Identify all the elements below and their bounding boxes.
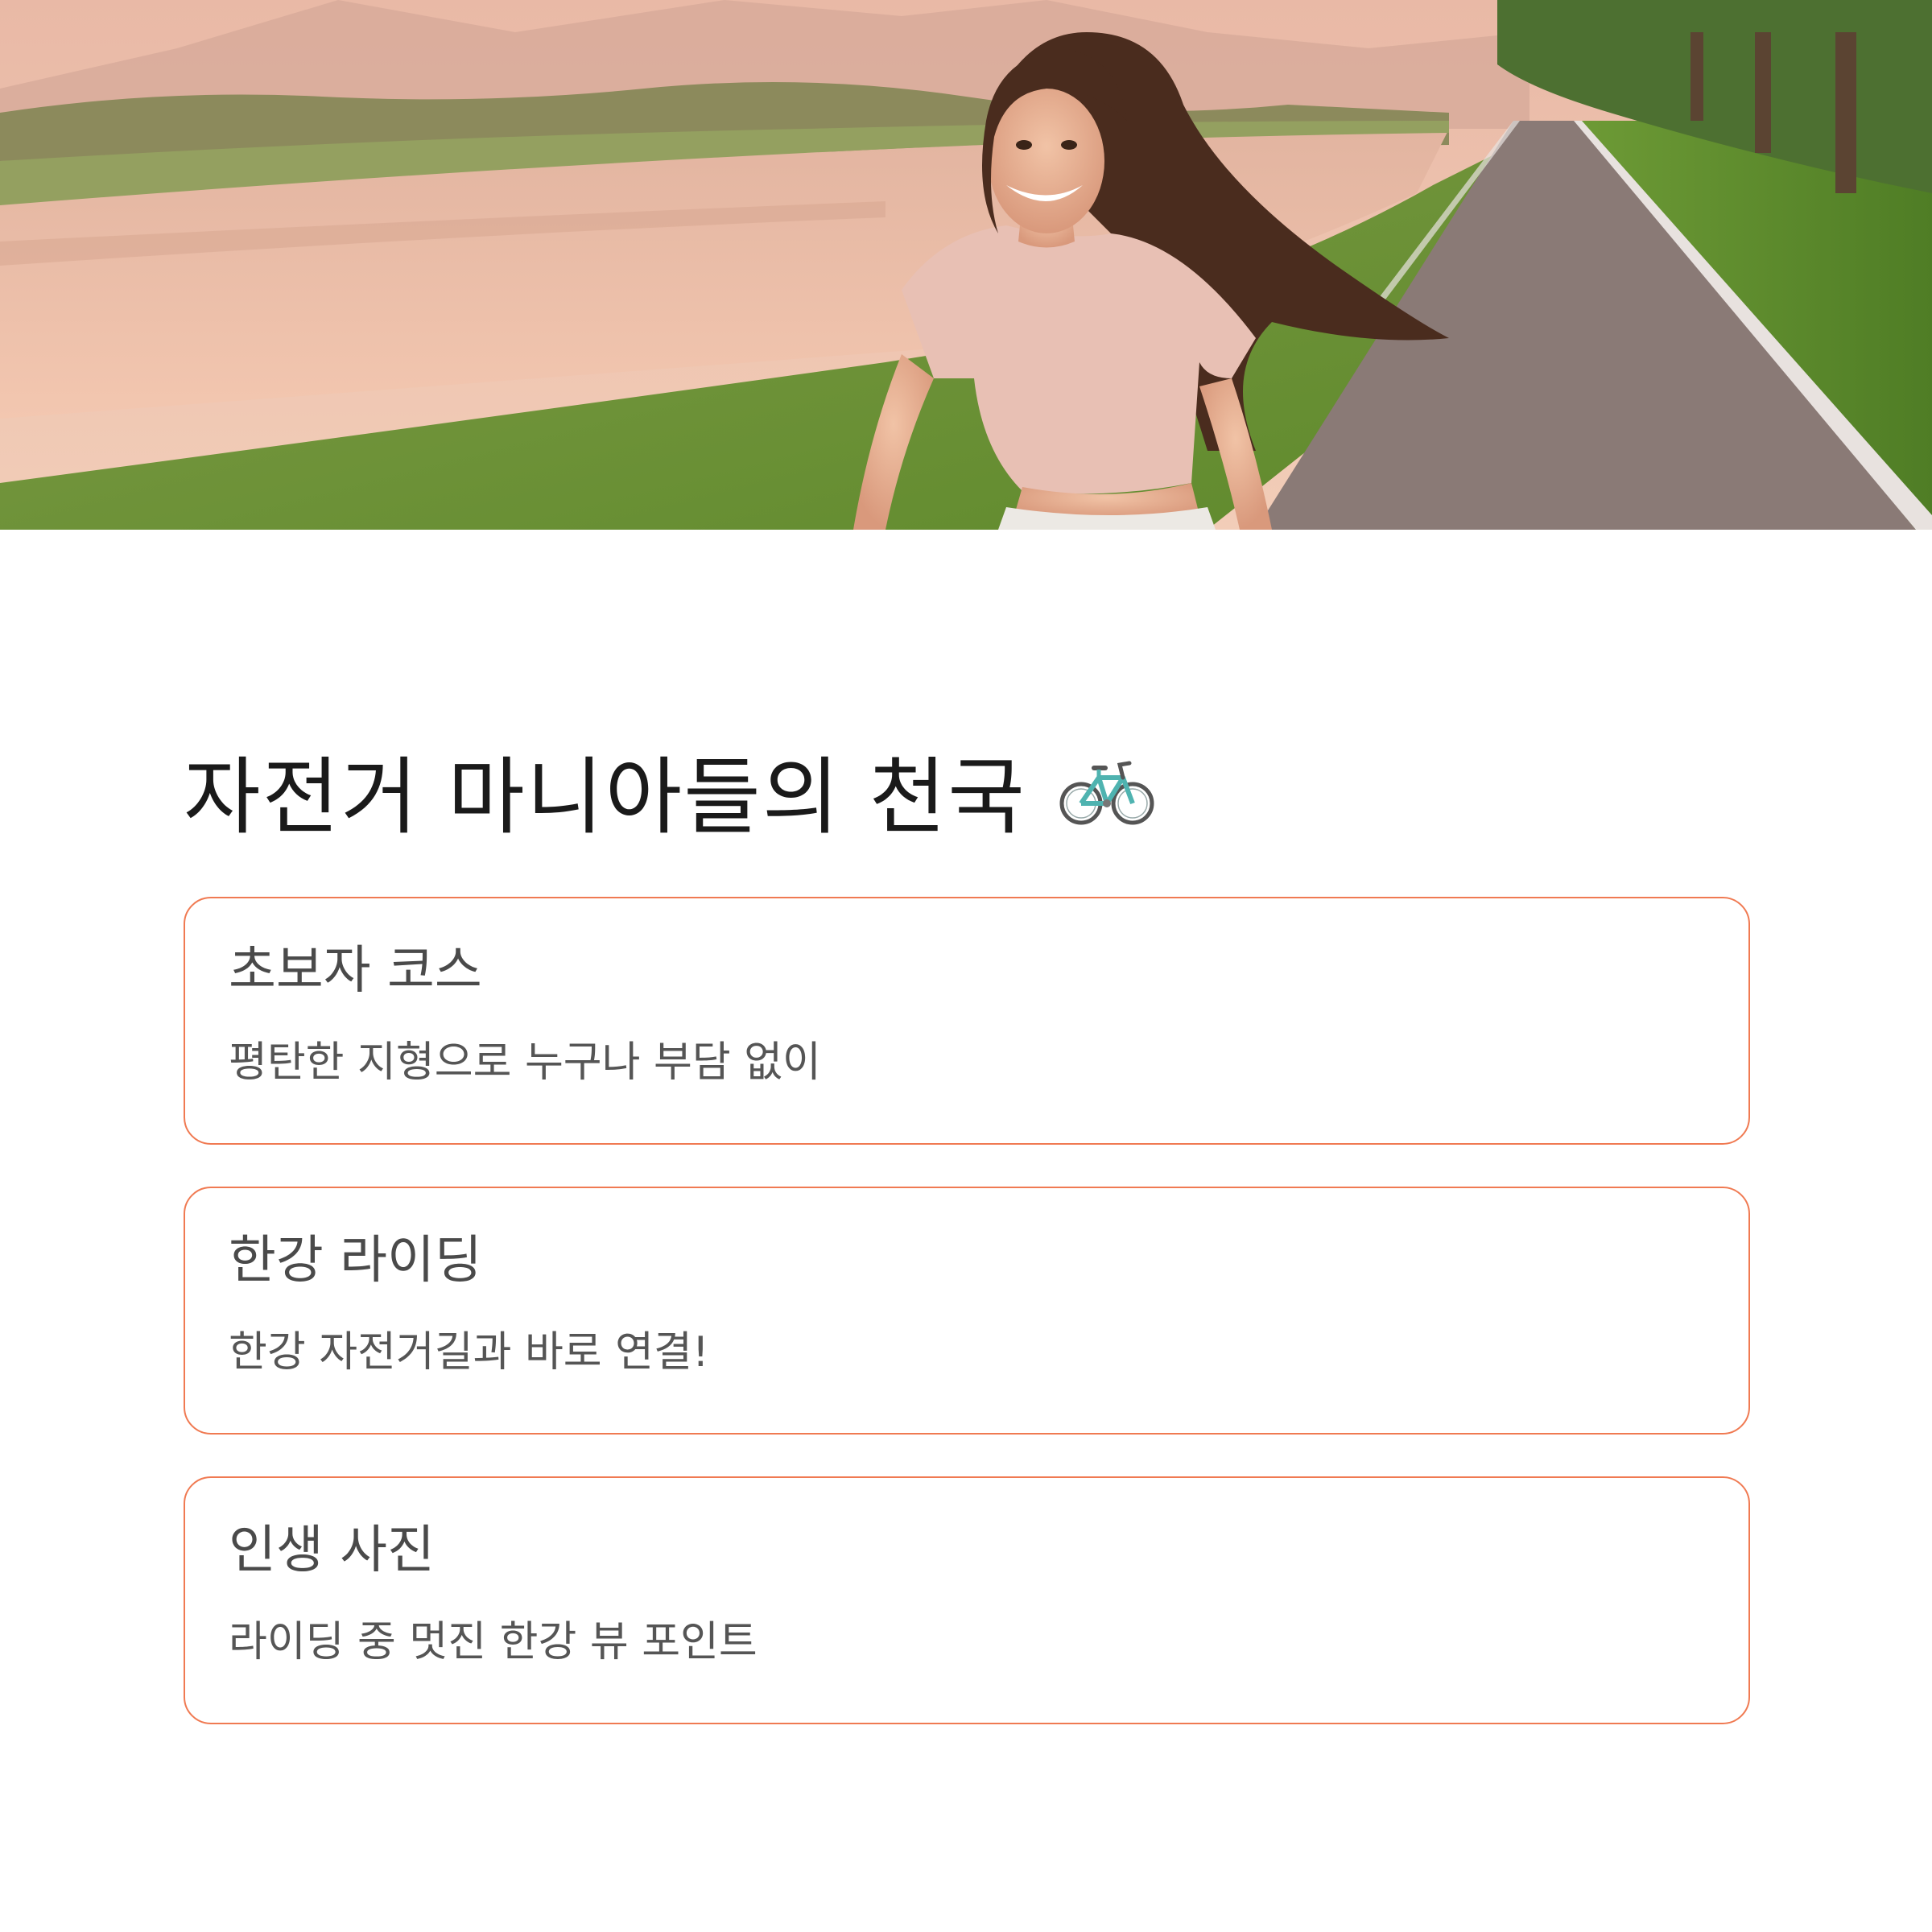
feature-card-beginner[interactable]: 초보자 코스 평탄한 지형으로 누구나 부담 없이: [184, 897, 1750, 1145]
card-description: 평탄한 지형으로 누구나 부담 없이: [229, 1038, 821, 1087]
card-title: 인생 사진: [229, 1521, 435, 1580]
card-description: 한강 자전거길과 바로 연결!: [229, 1327, 709, 1377]
feature-card-photo-spot[interactable]: 인생 사진 라이딩 중 멋진 한강 뷰 포인트: [184, 1476, 1750, 1724]
hero-image: [0, 0, 1932, 530]
page-title: 자전거 마니아들의 천국: [184, 724, 1750, 853]
feature-card-hangang-riding[interactable]: 한강 라이딩 한강 자전거길과 바로 연결!: [184, 1187, 1750, 1435]
card-title: 초보자 코스: [229, 941, 482, 1001]
bicycle-icon: [1057, 739, 1157, 839]
page-title-text: 자전거 마니아들의 천국: [184, 747, 1026, 846]
feature-card-list: 초보자 코스 평탄한 지형으로 누구나 부담 없이 한강 라이딩 한강 자전거길…: [184, 897, 1750, 1724]
card-description: 라이딩 중 멋진 한강 뷰 포인트: [229, 1617, 758, 1666]
main-content: 자전거 마니아들의 천국 초보자 코스 평탄한 지형으로 누구나 부담 없이 한…: [184, 724, 1750, 1766]
card-title: 한강 라이딩: [229, 1231, 482, 1290]
